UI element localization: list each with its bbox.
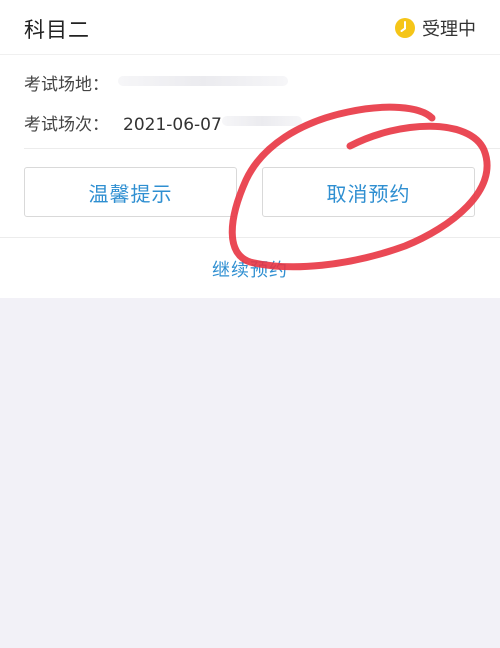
header-divider bbox=[0, 54, 500, 55]
clock-icon bbox=[395, 18, 415, 38]
venue-value-redacted bbox=[118, 76, 288, 86]
session-value: 2021-06-07 bbox=[123, 115, 222, 135]
session-label: 考试场次： bbox=[24, 115, 109, 135]
session-value-redacted bbox=[222, 116, 302, 126]
tips-button[interactable]: 温馨提示 bbox=[24, 167, 237, 217]
cancel-appointment-button[interactable]: 取消预约 bbox=[262, 167, 475, 217]
status-text: 受理中 bbox=[422, 19, 476, 40]
appointment-card: 科目二 受理中 考试场地： 考试场次： 2021-06-07 温馨提示 取消预约 … bbox=[0, 0, 500, 298]
venue-label: 考试场地： bbox=[24, 75, 109, 95]
continue-appointment-link[interactable]: 继续预约 bbox=[0, 256, 500, 282]
status-indicator: 受理中 bbox=[394, 15, 476, 41]
session-row: 考试场次： 2021-06-07 bbox=[24, 110, 222, 135]
venue-row: 考试场地： bbox=[24, 70, 109, 95]
details-divider bbox=[24, 148, 500, 149]
subject-title: 科目二 bbox=[24, 18, 90, 42]
actions-divider bbox=[0, 237, 500, 238]
